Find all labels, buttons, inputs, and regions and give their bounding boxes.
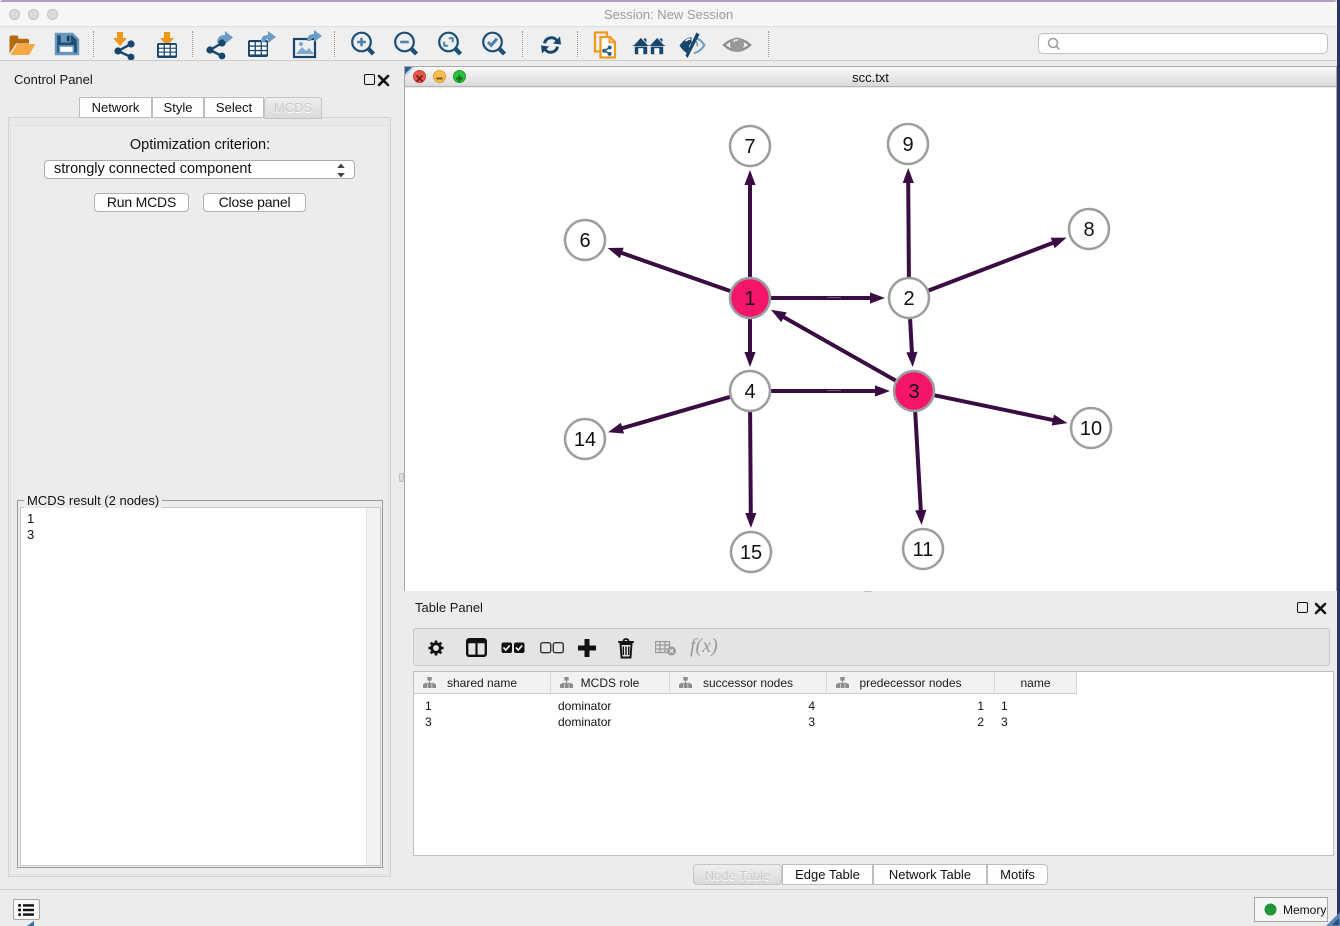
svg-text:7: 7: [744, 136, 755, 158]
svg-text:15: 15: [740, 542, 762, 564]
svg-text:11: 11: [913, 539, 934, 561]
svg-text:1: 1: [744, 288, 755, 310]
svg-text:9: 9: [902, 134, 913, 156]
svg-text:14: 14: [574, 429, 596, 451]
svg-text:2: 2: [903, 288, 914, 310]
svg-text:6: 6: [579, 230, 590, 252]
svg-text:3: 3: [908, 381, 919, 403]
svg-text:4: 4: [744, 381, 755, 403]
svg-text:10: 10: [1080, 418, 1102, 440]
svg-text:8: 8: [1083, 219, 1094, 241]
